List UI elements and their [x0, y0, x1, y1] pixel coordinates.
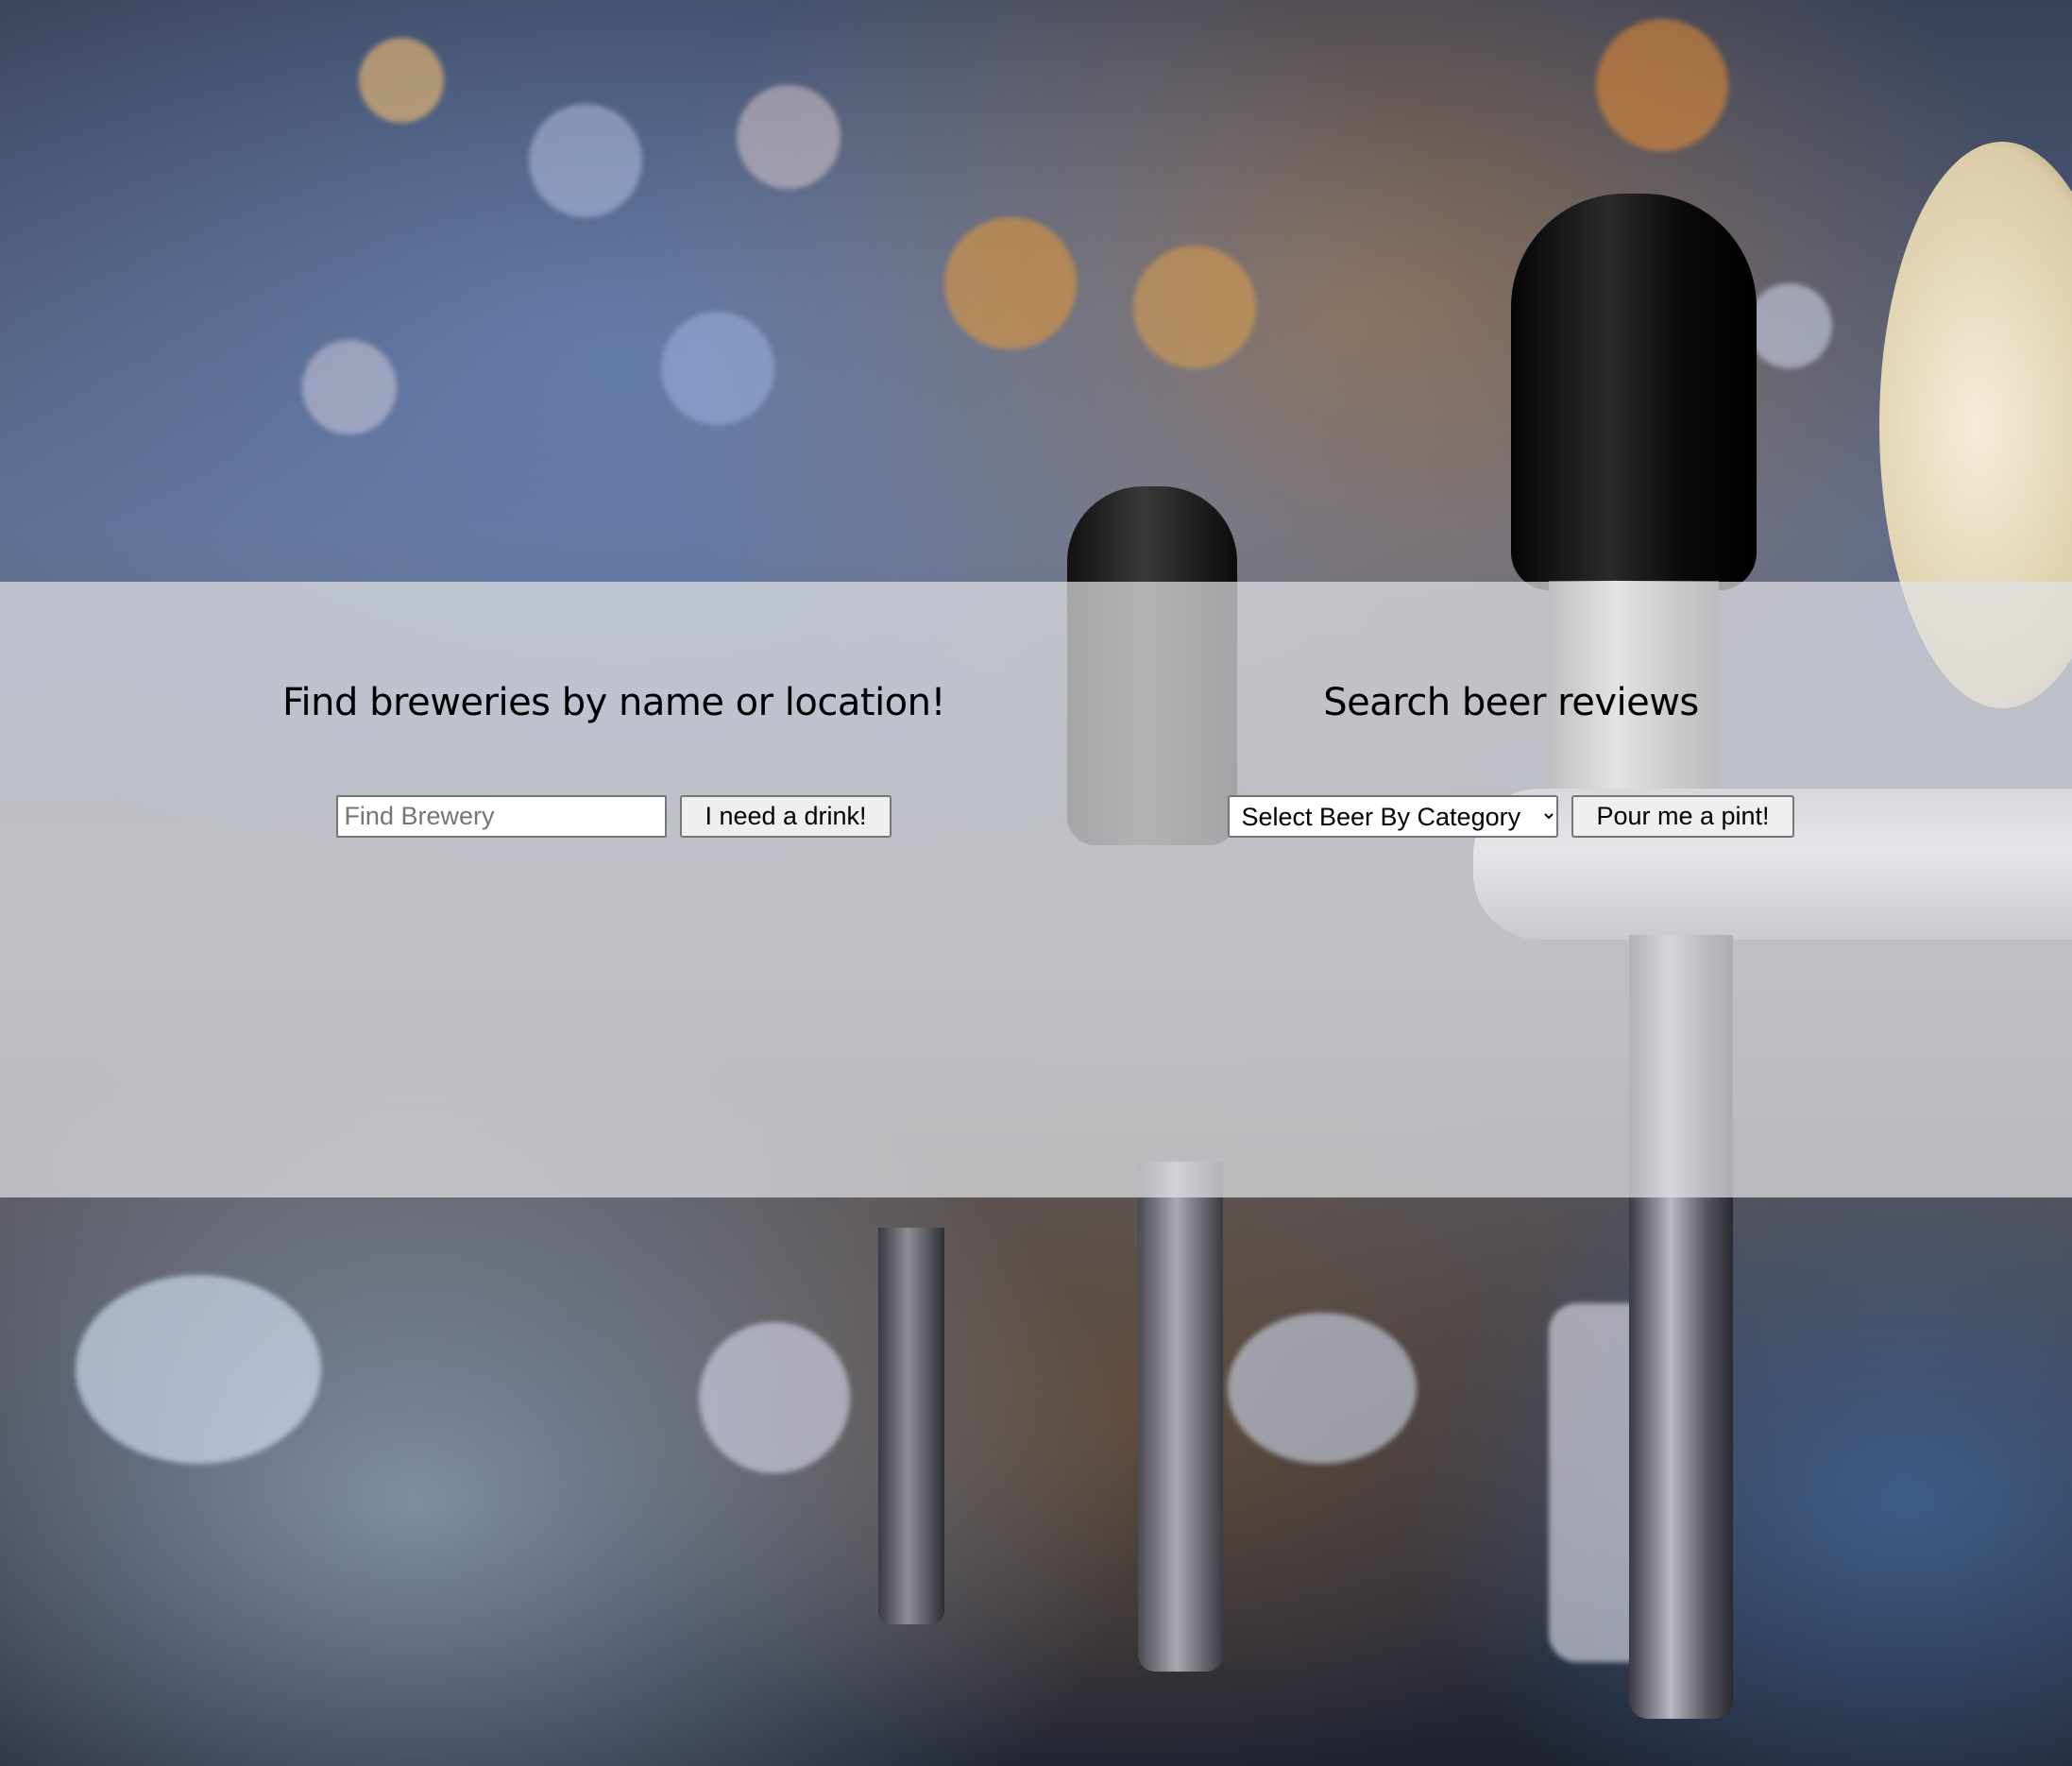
beer-review-controls: Select Beer By Category Pour me a pint! [1086, 795, 1936, 838]
pour-pint-button[interactable]: Pour me a pint! [1571, 795, 1794, 838]
bokeh-light [1596, 19, 1728, 151]
brewery-search-controls: I need a drink! [189, 795, 1039, 838]
tap-handle-large [1511, 194, 1757, 590]
bokeh-light [529, 104, 642, 217]
bokeh-light [1133, 246, 1256, 368]
bokeh-light [661, 312, 774, 425]
bokeh-light [737, 85, 841, 189]
find-brewery-button[interactable]: I need a drink! [680, 795, 892, 838]
beer-review-heading: Search beer reviews [1323, 681, 1699, 724]
tap-spout-far [878, 1228, 944, 1624]
search-panel: Find breweries by name or location! I ne… [0, 582, 2072, 1197]
brewery-search-input[interactable] [336, 795, 668, 838]
bokeh-light [302, 340, 397, 434]
bokeh-light [944, 217, 1077, 349]
page: Find breweries by name or location! I ne… [0, 0, 2072, 1766]
bokeh-light [359, 38, 444, 123]
brewery-search-heading: Find breweries by name or location! [281, 681, 946, 724]
tap-spout-small [1138, 1162, 1223, 1672]
bokeh-light [1747, 283, 1832, 368]
bokeh-light [699, 1322, 850, 1473]
bokeh-light [1228, 1313, 1417, 1464]
beer-category-select[interactable]: Select Beer By Category [1228, 795, 1559, 838]
bokeh-light [76, 1275, 321, 1464]
